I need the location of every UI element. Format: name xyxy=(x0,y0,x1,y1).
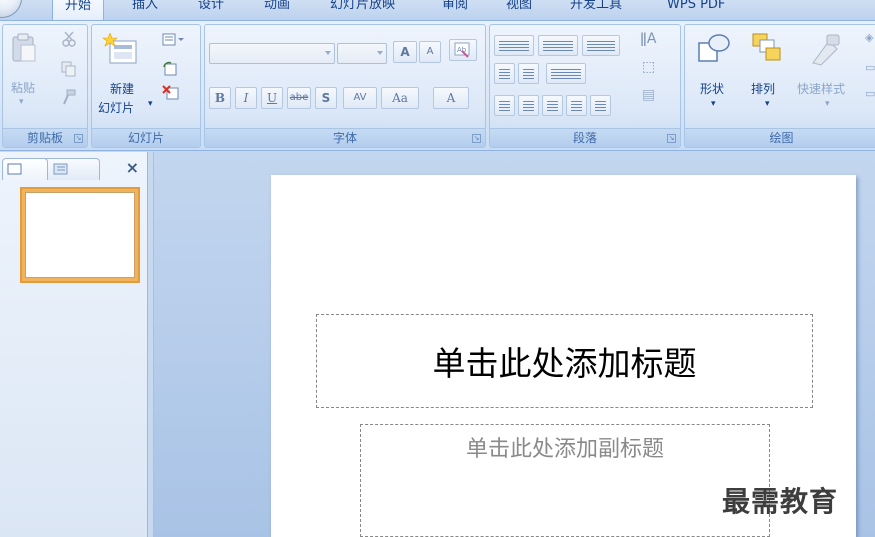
new-slide-button[interactable]: 新建 xyxy=(110,80,134,97)
line-spacing-icon[interactable] xyxy=(582,35,620,56)
align-right-icon[interactable] xyxy=(542,95,563,116)
ribbon-tab-bar: 开始 插入 设计 动画 幻灯片放映 审阅 视图 开发工具 WPS PDF xyxy=(0,0,875,20)
increase-indent-lines xyxy=(523,69,534,79)
paste-icon[interactable] xyxy=(11,33,37,63)
layout-icon[interactable] xyxy=(162,33,184,50)
numbering-icon[interactable] xyxy=(538,35,578,56)
tab-animation[interactable]: 动画 xyxy=(264,0,290,16)
shape-outline-icon[interactable]: ▭ xyxy=(865,61,875,74)
align-text-icon[interactable]: ⬚ xyxy=(642,59,655,75)
clipboard-group: 粘贴 ▾ 剪贴板 ↘ xyxy=(2,24,88,148)
justify-lines xyxy=(571,101,582,111)
clipboard-launcher-icon[interactable]: ↘ xyxy=(74,134,83,143)
arrange-dropdown-icon[interactable]: ▾ xyxy=(765,99,770,109)
bold-button[interactable]: B xyxy=(209,87,231,109)
paragraph-group: ǁA ⬚ ▤ 段落 ↘ xyxy=(489,24,681,148)
new-slide-icon[interactable] xyxy=(102,32,138,67)
line-spacing-lines xyxy=(587,41,615,51)
quick-styles-icon[interactable] xyxy=(809,33,843,70)
align-left-lines xyxy=(499,101,510,111)
decrease-indent-lines xyxy=(499,69,510,79)
svg-text:Ab: Ab xyxy=(457,46,467,54)
quick-styles-dropdown-icon[interactable]: ▾ xyxy=(825,99,830,109)
font-launcher-icon[interactable]: ↘ xyxy=(472,134,481,143)
new-slide-label2: 幻灯片 xyxy=(98,101,135,115)
arrange-icon[interactable] xyxy=(749,31,783,68)
font-color-button[interactable]: A xyxy=(433,87,469,109)
text-direction-icon[interactable]: ǁA xyxy=(640,31,656,47)
align-center-icon[interactable] xyxy=(518,95,539,116)
close-pane-icon[interactable]: × xyxy=(126,158,139,177)
tab-view[interactable]: 视图 xyxy=(506,0,532,16)
paste-button[interactable]: 粘贴 xyxy=(11,79,35,96)
subtitle-placeholder[interactable]: 单击此处添加副标题 xyxy=(360,424,770,537)
slides-pane: × xyxy=(0,152,148,537)
tab-wps-pdf[interactable]: WPS PDF xyxy=(667,0,725,16)
shrink-font-button[interactable]: A xyxy=(419,41,441,63)
quick-styles-button[interactable]: 快速样式 xyxy=(797,80,845,97)
slide-thumbnail-1[interactable] xyxy=(20,187,140,283)
drawing-group-label: 绘图 xyxy=(685,128,875,147)
align-right-lines xyxy=(547,101,558,111)
distribute-lines xyxy=(595,101,606,111)
reset-slide-icon[interactable] xyxy=(162,61,178,80)
slides-group: 新建 幻灯片 ▾ 幻灯片 xyxy=(91,24,201,148)
cut-icon[interactable] xyxy=(61,31,77,50)
font-name-combo[interactable] xyxy=(209,43,335,64)
shape-effects-icon[interactable]: ▭ xyxy=(865,87,875,100)
distribute-icon[interactable] xyxy=(590,95,611,116)
shapes-button[interactable]: 形状 xyxy=(700,80,724,97)
font-size-dropdown-icon[interactable] xyxy=(377,51,383,55)
bullets-lines xyxy=(499,41,529,51)
tab-design[interactable]: 设计 xyxy=(198,0,224,16)
arrange-button[interactable]: 排列 xyxy=(751,80,775,97)
columns-lines xyxy=(551,69,581,79)
char-spacing-button[interactable]: AV xyxy=(343,87,377,109)
tab-review[interactable]: 审阅 xyxy=(442,0,468,16)
font-size-combo[interactable] xyxy=(337,43,387,64)
slide-thumbnail-canvas xyxy=(25,192,135,278)
title-placeholder[interactable]: 单击此处添加标题 xyxy=(316,314,813,408)
italic-button[interactable]: I xyxy=(235,87,257,109)
align-left-icon[interactable] xyxy=(494,95,515,116)
shapes-icon[interactable] xyxy=(697,33,731,68)
justify-icon[interactable] xyxy=(566,95,587,116)
font-name-dropdown-icon[interactable] xyxy=(325,51,331,55)
new-slide-dropdown-icon[interactable]: ▾ xyxy=(148,99,153,109)
ribbon: 粘贴 ▾ 剪贴板 ↘ 新建 幻灯片 ▾ 幻灯片 A A Ab B I U abe… xyxy=(0,20,875,151)
grow-font-button[interactable]: A xyxy=(393,41,417,63)
font-group: A A Ab B I U abe S AV Aa A 字体 ↘ xyxy=(204,24,486,148)
clear-format-icon[interactable]: Ab xyxy=(449,39,477,61)
increase-indent-icon[interactable] xyxy=(518,63,539,84)
paste-dropdown-icon[interactable]: ▾ xyxy=(19,97,24,107)
office-button[interactable] xyxy=(0,0,22,18)
tab-slideshow[interactable]: 幻灯片放映 xyxy=(330,0,395,16)
decrease-indent-icon[interactable] xyxy=(494,63,515,84)
tab-home[interactable]: 开始 xyxy=(52,0,105,20)
smartart-convert-icon[interactable]: ▤ xyxy=(642,87,655,103)
text-shadow-button[interactable]: S xyxy=(315,87,337,109)
change-case-button[interactable]: Aa xyxy=(381,87,419,109)
paragraph-group-label: 段落 xyxy=(490,128,680,147)
align-center-lines xyxy=(523,101,534,111)
tab-insert[interactable]: 插入 xyxy=(132,0,158,16)
shape-fill-icon[interactable]: ◈ xyxy=(865,31,873,44)
font-group-label: 字体 xyxy=(205,128,485,147)
copy-icon[interactable] xyxy=(61,61,77,80)
drawing-group: 形状 ▾ 排列 ▾ 快速样式 ▾ ◈ ▭ ▭ 绘图 xyxy=(684,24,875,148)
underline-button[interactable]: U xyxy=(261,87,283,109)
shapes-dropdown-icon[interactable]: ▾ xyxy=(711,99,716,109)
columns-icon[interactable] xyxy=(546,63,586,84)
format-painter-icon[interactable] xyxy=(61,89,77,108)
tab-slides-thumbnails[interactable] xyxy=(2,158,48,180)
slides-group-label: 幻灯片 xyxy=(92,128,200,147)
watermark-text: 最需教育 xyxy=(722,485,839,518)
tab-developer[interactable]: 开发工具 xyxy=(570,0,622,16)
bullets-icon[interactable] xyxy=(494,35,534,56)
numbering-lines xyxy=(543,41,573,51)
delete-slide-icon[interactable] xyxy=(162,85,180,104)
paragraph-launcher-icon[interactable]: ↘ xyxy=(667,134,676,143)
strikethrough-button[interactable]: abe xyxy=(287,87,311,109)
